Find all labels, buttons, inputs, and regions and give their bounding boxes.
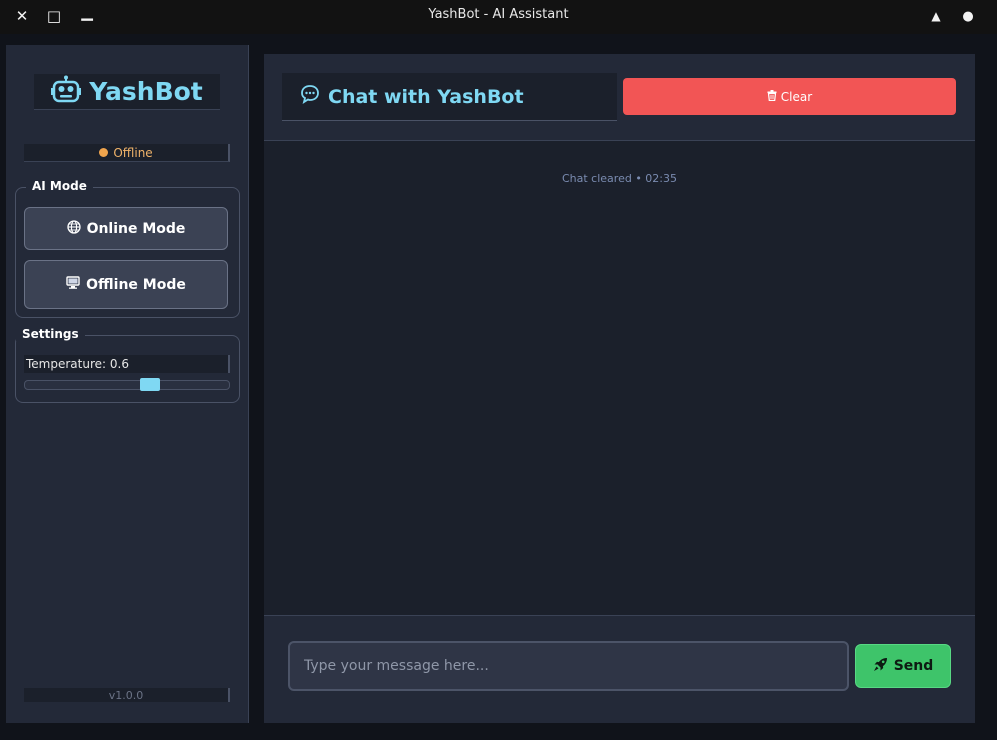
globe-icon — [66, 219, 81, 238]
ai-mode-group: AI Mode Online Mode Offline Mode — [15, 179, 240, 318]
rocket-icon — [873, 657, 888, 676]
clear-button[interactable]: Clear — [623, 78, 956, 115]
speech-bubble-icon — [300, 84, 320, 109]
offline-mode-button[interactable]: Offline Mode — [24, 260, 228, 309]
chat-header: Chat with YashBot Clear — [264, 54, 975, 141]
send-label: Send — [893, 658, 934, 674]
trash-icon — [767, 89, 777, 104]
system-message: Chat cleared • 02:35 — [561, 172, 678, 185]
chat-panel: Chat with YashBot Clear Chat cleared • 0… — [264, 54, 975, 723]
ai-mode-title: AI Mode — [26, 179, 93, 193]
caret-up-icon[interactable]: ▲ — [926, 6, 946, 26]
temperature-slider[interactable] — [24, 378, 230, 391]
logo-text: YashBot — [89, 77, 203, 106]
status-indicator: Offline — [24, 144, 230, 162]
online-mode-label: Online Mode — [86, 220, 186, 237]
offline-mode-label: Offline Mode — [86, 276, 186, 293]
logo: YashBot — [34, 74, 220, 110]
status-text: Offline — [113, 145, 153, 160]
send-button[interactable]: Send — [855, 644, 951, 688]
dot-icon[interactable]: ● — [958, 6, 978, 26]
window-title: YashBot - AI Assistant — [428, 7, 569, 22]
clear-label: Clear — [780, 89, 813, 104]
message-input[interactable] — [288, 641, 849, 691]
temperature-slider-handle[interactable] — [140, 378, 160, 391]
online-mode-button[interactable]: Online Mode — [24, 207, 228, 250]
settings-group: Settings Temperature: 0.6 — [15, 327, 240, 403]
robot-icon — [51, 75, 82, 109]
chat-title: Chat with YashBot — [282, 73, 617, 121]
window-edge — [992, 34, 997, 740]
computer-icon — [66, 276, 80, 293]
version-label: v1.0.0 — [24, 688, 230, 702]
chat-title-text: Chat with YashBot — [328, 85, 524, 108]
temperature-label: Temperature: 0.6 — [24, 355, 230, 373]
status-dot-icon — [99, 148, 109, 157]
sidebar: YashBot Offline AI Mode Online Mode Offl… — [6, 45, 249, 723]
window-titlebar: ✕ □ ▁ YashBot - AI Assistant ▲ ● — [0, 0, 997, 34]
message-composer: Send — [264, 615, 975, 723]
settings-title: Settings — [16, 327, 85, 341]
